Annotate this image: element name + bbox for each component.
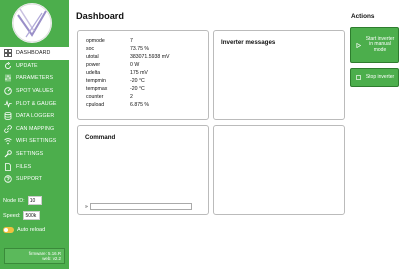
sidebar-item-wifi-settings[interactable]: WIFI SETTINGS bbox=[0, 135, 69, 148]
param-name: tempmin bbox=[86, 78, 106, 84]
speed-input[interactable] bbox=[23, 211, 41, 220]
sidebar-nav: DASHBOARD UPDATE PARAMETERS SPOT VALUES … bbox=[0, 47, 69, 186]
sidebar-item-label: FILES bbox=[16, 163, 32, 170]
command-row: » bbox=[85, 203, 192, 210]
command-input[interactable] bbox=[89, 203, 192, 210]
sidebar-item-parameters[interactable]: PARAMETERS bbox=[0, 72, 69, 85]
grid-icon bbox=[3, 49, 12, 58]
sidebar-item-data-logger[interactable]: DATA LOGGER bbox=[0, 110, 69, 123]
pulse-icon bbox=[3, 99, 12, 108]
database-icon bbox=[3, 112, 12, 121]
param-name: tempmax bbox=[86, 86, 108, 92]
param-value: -20 °C bbox=[130, 78, 145, 84]
param-name: cpuload bbox=[86, 102, 105, 108]
speed-row: Speed: bbox=[3, 211, 41, 220]
param-name: udelta bbox=[86, 70, 101, 76]
refresh-icon bbox=[3, 61, 12, 70]
node-id-row: Node ID: bbox=[3, 196, 42, 205]
param-row: power 0 W bbox=[86, 61, 170, 69]
command-prompt: » bbox=[85, 203, 88, 210]
spot-values-table: opmode 7 soc 73.75 % utotal 383071.5938 mV pow… bbox=[86, 37, 170, 109]
sidebar-item-label: PLOT & GAUGE bbox=[16, 100, 57, 107]
param-row: cpuload 6.875 % bbox=[86, 101, 170, 109]
gauge-icon bbox=[3, 87, 12, 96]
version-info: firmware: 5.16.R web: v2.2 bbox=[4, 248, 65, 264]
sidebar-item-label: PARAMETERS bbox=[16, 75, 54, 82]
wifi-icon bbox=[3, 137, 12, 146]
param-value: 2 bbox=[130, 94, 133, 100]
sidebar-item-label: UPDATE bbox=[16, 62, 38, 69]
spot-values-panel: opmode 7 soc 73.75 % utotal 383071.5938 mV pow… bbox=[77, 30, 209, 120]
sidebar-item-dashboard[interactable]: DASHBOARD bbox=[0, 47, 69, 60]
sidebar-item-files[interactable]: FILES bbox=[0, 160, 69, 173]
param-row: tempmax -20 °C bbox=[86, 85, 170, 93]
param-row: utotal 383071.5938 mV bbox=[86, 53, 170, 61]
link-icon bbox=[3, 124, 12, 133]
command-title: Command bbox=[85, 134, 116, 141]
param-value: 175 mV bbox=[130, 70, 148, 76]
param-name: power bbox=[86, 62, 101, 68]
command-panel: Command » bbox=[77, 125, 209, 215]
start-inverter-button[interactable]: Start inverter in manual mode bbox=[350, 27, 399, 63]
node-id-input[interactable] bbox=[27, 196, 42, 205]
file-icon bbox=[3, 162, 12, 171]
stop-inverter-label: Stop inverter bbox=[365, 73, 395, 80]
param-value: 383071.5938 mV bbox=[130, 54, 170, 60]
sidebar-item-update[interactable]: UPDATE bbox=[0, 60, 69, 73]
param-value: 73.75 % bbox=[130, 46, 150, 52]
param-value: 7 bbox=[130, 38, 133, 44]
sliders-icon bbox=[3, 74, 12, 83]
sidebar-item-label: SPOT VALUES bbox=[16, 88, 54, 95]
sidebar-item-settings[interactable]: SETTINGS bbox=[0, 148, 69, 161]
sidebar-item-label: SETTINGS bbox=[16, 151, 44, 158]
sidebar-item-label: CAN MAPPING bbox=[16, 125, 55, 132]
param-value: 6.875 % bbox=[130, 102, 150, 108]
param-row: udelta 175 mV bbox=[86, 69, 170, 77]
param-name: utotal bbox=[86, 54, 99, 60]
param-name: opmode bbox=[86, 38, 105, 44]
param-value: -20 °C bbox=[130, 86, 145, 92]
sidebar-item-spot-values[interactable]: SPOT VALUES bbox=[0, 85, 69, 98]
auto-reload-row: Auto reload bbox=[3, 227, 45, 233]
param-row: counter 2 bbox=[86, 93, 170, 101]
start-inverter-label: Start inverter in manual mode bbox=[365, 35, 395, 53]
stop-icon bbox=[355, 75, 361, 80]
sidebar: DASHBOARD UPDATE PARAMETERS SPOT VALUES … bbox=[0, 0, 69, 269]
param-value: 0 W bbox=[130, 62, 140, 68]
empty-panel bbox=[213, 125, 345, 215]
play-icon bbox=[355, 42, 361, 48]
param-name: counter bbox=[86, 94, 104, 100]
sidebar-item-can-mapping[interactable]: CAN MAPPING bbox=[0, 123, 69, 136]
page-title: Dashboard bbox=[76, 11, 124, 21]
param-name: soc bbox=[86, 46, 95, 52]
param-row: tempmin -20 °C bbox=[86, 77, 170, 85]
sidebar-item-label: WIFI SETTINGS bbox=[16, 138, 57, 145]
sidebar-item-support[interactable]: SUPPORT bbox=[0, 173, 69, 186]
actions-title: Actions bbox=[351, 13, 375, 20]
param-row: opmode 7 bbox=[86, 37, 170, 45]
inverter-messages-title: Inverter messages bbox=[221, 39, 276, 46]
app-logo bbox=[12, 3, 52, 43]
node-id-label: Node ID: bbox=[3, 197, 25, 204]
sidebar-item-label: DASHBOARD bbox=[16, 50, 51, 57]
sidebar-item-plot-gauge[interactable]: PLOT & GAUGE bbox=[0, 97, 69, 110]
speed-label: Speed: bbox=[3, 212, 21, 219]
auto-reload-label: Auto reload bbox=[17, 227, 46, 233]
auto-reload-toggle[interactable] bbox=[3, 227, 14, 233]
web-version: web: v2.2 bbox=[42, 256, 61, 262]
sidebar-item-label: DATA LOGGER bbox=[16, 113, 55, 120]
inverter-messages-panel: Inverter messages bbox=[213, 30, 345, 120]
wrench-icon bbox=[3, 150, 12, 159]
sidebar-item-label: SUPPORT bbox=[16, 176, 43, 183]
param-row: soc 73.75 % bbox=[86, 45, 170, 53]
help-icon bbox=[3, 175, 12, 184]
stop-inverter-button[interactable]: Stop inverter bbox=[350, 68, 399, 87]
